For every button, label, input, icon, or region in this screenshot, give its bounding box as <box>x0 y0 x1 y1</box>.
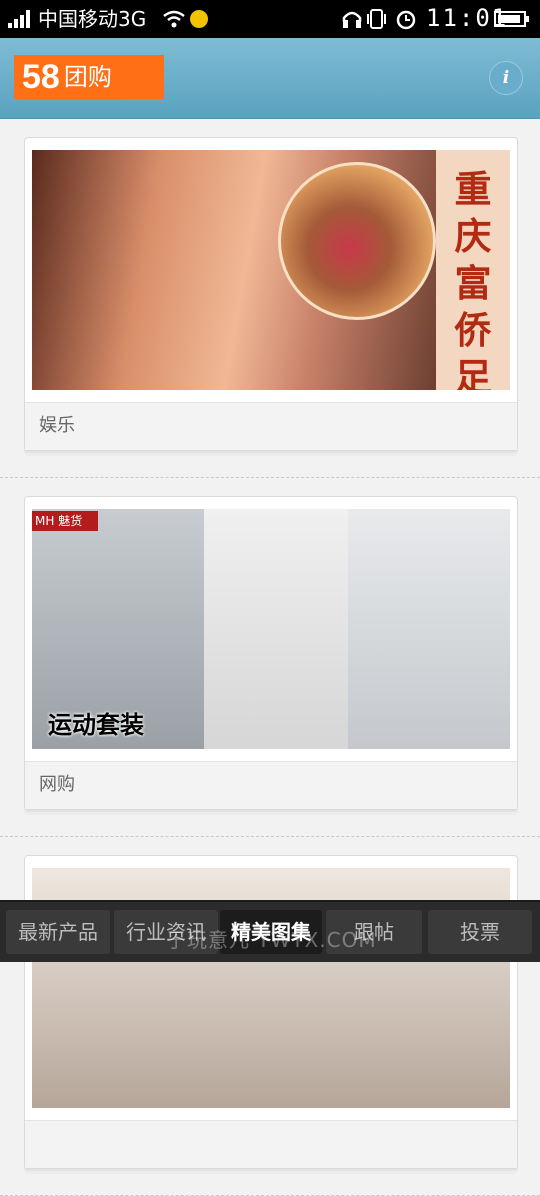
list-item: 重庆富侨足浴 娱乐 <box>0 119 540 478</box>
list-item <box>0 837 540 1196</box>
status-icons <box>342 9 416 30</box>
foot-bath-inset <box>278 162 436 320</box>
info-icon[interactable]: i <box>489 61 523 95</box>
vibrate-icon <box>367 9 386 29</box>
signal-icon <box>8 10 32 28</box>
carrier-label: 中国移动3G <box>38 7 147 31</box>
card-image[interactable]: MH 魅货 运动套装 <box>32 509 510 749</box>
brand-badge: MH 魅货 <box>32 511 98 531</box>
tab-vote[interactable]: 投票 <box>428 910 532 954</box>
image-overlay-text: 运动套装 <box>48 711 144 739</box>
card-category: 网购 <box>25 761 517 809</box>
gallery-card[interactable]: 重庆富侨足浴 娱乐 <box>24 137 518 451</box>
logo-text: 团购 <box>63 63 112 91</box>
logo[interactable]: 58 团购 <box>14 55 164 99</box>
gallery-card[interactable]: MH 魅货 运动套装 网购 <box>24 496 518 810</box>
tab-latest-products[interactable]: 最新产品 <box>6 910 110 954</box>
card-image[interactable]: 重庆富侨足浴 <box>32 150 510 390</box>
app-header: 58 团购 i <box>0 38 540 119</box>
image-overlay-text: 重庆富侨足浴 <box>454 168 492 390</box>
card-category <box>25 1120 517 1168</box>
watermark: 于玩意儿 YWYX.COM <box>166 928 377 952</box>
wifi-icon <box>163 10 185 28</box>
card-category: 娱乐 <box>25 402 517 450</box>
app-notification-icon <box>190 10 208 28</box>
status-bar: 中国移动3G 11:01 <box>0 0 540 38</box>
gallery-feed: 重庆富侨足浴 娱乐 MH 魅货 运动套装 网购 <box>0 119 540 1196</box>
battery-icon <box>494 11 529 27</box>
logo-number: 58 <box>22 58 60 96</box>
headphone-icon <box>342 11 362 28</box>
list-item: MH 魅货 运动套装 网购 <box>0 478 540 837</box>
alarm-icon <box>396 10 416 30</box>
